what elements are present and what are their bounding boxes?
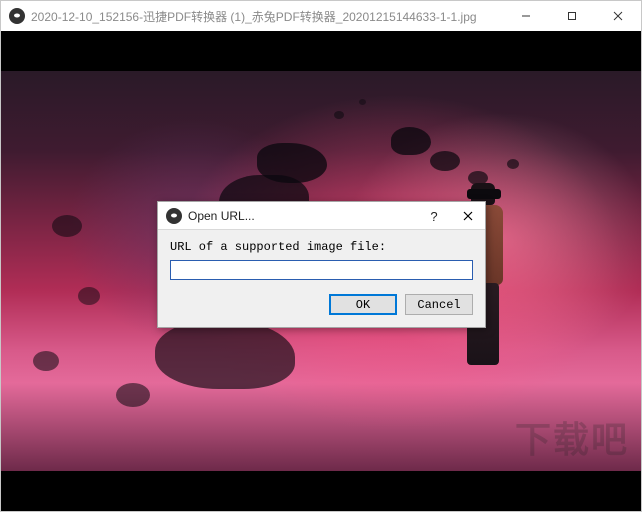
cancel-button[interactable]: Cancel <box>405 294 473 315</box>
image-viewport: 下载吧 Open URL... ? URL of a supp <box>1 31 641 511</box>
dialog-titlebar[interactable]: Open URL... ? <box>158 202 485 230</box>
dialog-close-button[interactable] <box>451 202 485 230</box>
open-url-dialog: Open URL... ? URL of a supported image f… <box>157 201 486 328</box>
main-window: 2020-12-10_152156-迅捷PDF转换器 (1)_赤兔PDF转换器_… <box>0 0 642 512</box>
dialog-app-icon <box>166 208 182 224</box>
app-icon <box>9 8 25 24</box>
close-button[interactable] <box>595 1 641 31</box>
ok-button[interactable]: OK <box>329 294 397 315</box>
close-icon <box>463 211 473 221</box>
help-icon: ? <box>430 209 437 224</box>
url-label: URL of a supported image file: <box>170 240 473 254</box>
window-controls <box>503 1 641 31</box>
titlebar[interactable]: 2020-12-10_152156-迅捷PDF转换器 (1)_赤兔PDF转换器_… <box>1 1 641 31</box>
url-input[interactable] <box>170 260 473 280</box>
dialog-body: URL of a supported image file: OK Cancel <box>158 230 485 327</box>
maximize-button[interactable] <box>549 1 595 31</box>
dialog-help-button[interactable]: ? <box>417 202 451 230</box>
dialog-title: Open URL... <box>188 209 417 223</box>
window-title: 2020-12-10_152156-迅捷PDF转换器 (1)_赤兔PDF转换器_… <box>31 8 503 25</box>
dialog-button-row: OK Cancel <box>170 294 473 315</box>
minimize-button[interactable] <box>503 1 549 31</box>
watermark-text: 下载吧 <box>515 411 629 463</box>
